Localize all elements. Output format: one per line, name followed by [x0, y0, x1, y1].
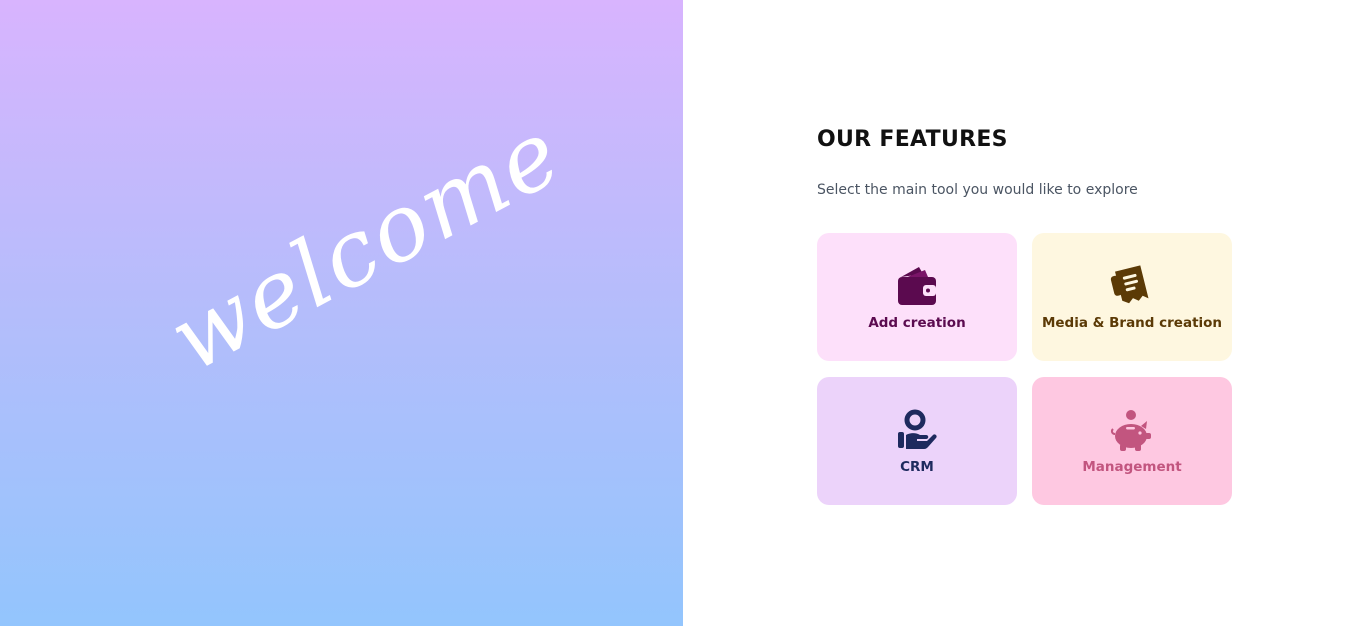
management-label: Management: [1082, 459, 1182, 475]
crm-card[interactable]: CRM: [817, 377, 1017, 505]
receipt-icon: [1109, 263, 1155, 309]
crm-label: CRM: [900, 459, 934, 475]
media-brand-creation-card[interactable]: Media & Brand creation: [1032, 233, 1232, 361]
add-creation-label: Add creation: [868, 315, 966, 331]
management-card[interactable]: Management: [1032, 377, 1232, 505]
welcome-text: welcome: [152, 98, 579, 393]
features-panel: OUR FEATURES Select the main tool you wo…: [683, 0, 1365, 626]
add-creation-card[interactable]: Add creation: [817, 233, 1017, 361]
media-brand-creation-label: Media & Brand creation: [1041, 315, 1223, 331]
features-subtitle: Select the main tool you would like to e…: [817, 182, 1138, 198]
piggy-bank-icon: [1109, 407, 1155, 453]
features-title: OUR FEATURES: [817, 127, 1008, 152]
welcome-panel: welcome: [0, 0, 683, 626]
wallet-icon: [894, 263, 940, 309]
hand-user-icon: [894, 407, 940, 453]
